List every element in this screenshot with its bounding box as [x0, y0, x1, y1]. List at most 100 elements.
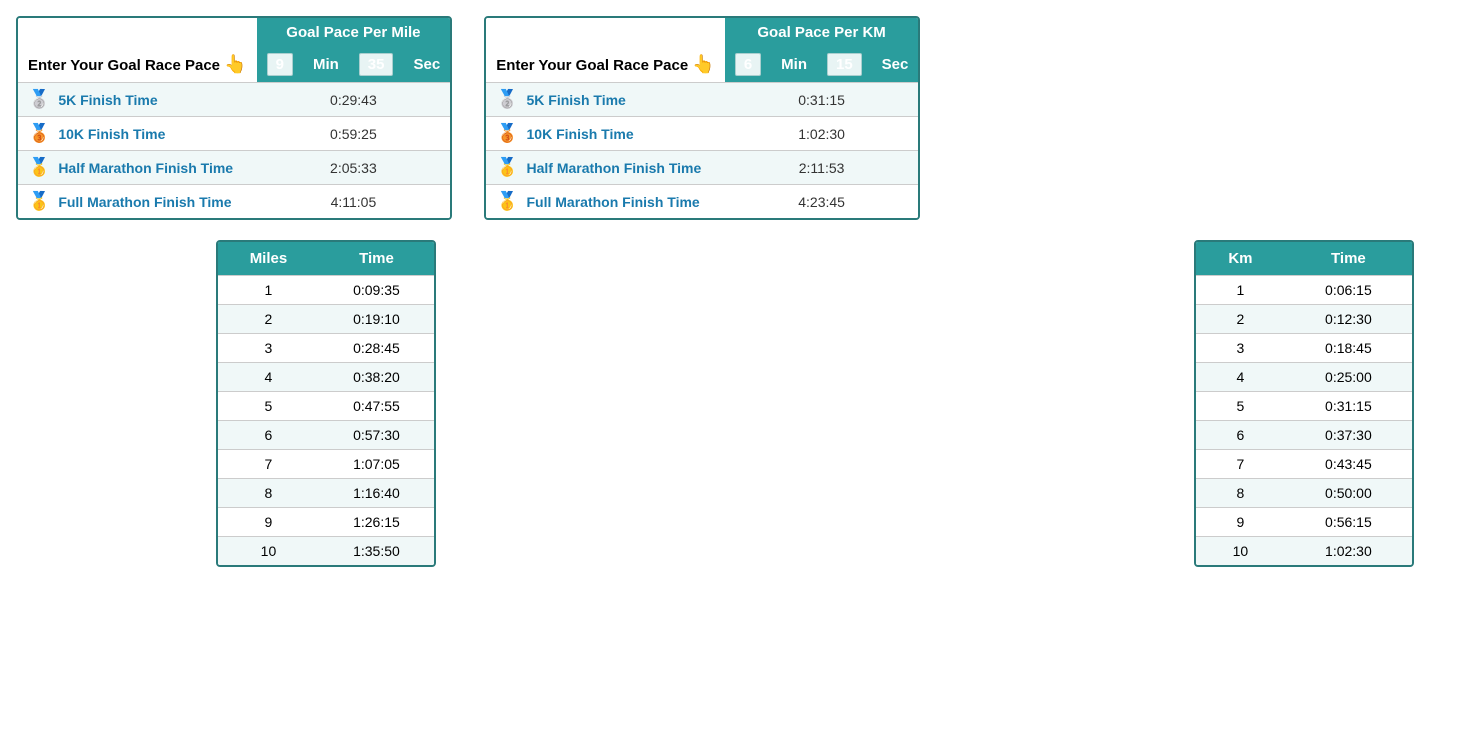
miles-time: 1:07:05: [319, 450, 434, 479]
table-row: 1 0:09:35: [218, 276, 434, 305]
miles-col-header: Miles: [218, 242, 319, 276]
table-row: 6 0:37:30: [1196, 421, 1412, 450]
mile-race-label: 🥇 Half Marathon Finish Time: [18, 151, 257, 185]
km-finish-time: 1:02:30: [725, 117, 919, 151]
mile-minutes-value[interactable]: 9: [257, 47, 303, 83]
table-row: 9 1:26:15: [218, 508, 434, 537]
km-time: 0:43:45: [1285, 450, 1412, 479]
table-row: 8 1:16:40: [218, 479, 434, 508]
km-finish-time: 4:23:45: [725, 185, 919, 219]
km-race-label: 🥇 Full Marathon Finish Time: [486, 185, 725, 219]
km-time: 0:37:30: [1285, 421, 1412, 450]
miles-time: 1:35:50: [319, 537, 434, 566]
km-time: 0:31:15: [1285, 392, 1412, 421]
km-dist: 5: [1196, 392, 1285, 421]
mile-finish-time: 0:29:43: [257, 83, 451, 117]
race-name: Half Marathon Finish Time: [527, 160, 702, 176]
km-time: 0:18:45: [1285, 334, 1412, 363]
mile-seconds-value[interactable]: 35: [349, 47, 404, 83]
km-dist: 10: [1196, 537, 1285, 566]
miles-dist: 2: [218, 305, 319, 334]
medal-icon: 🥈: [496, 89, 518, 109]
race-name: Half Marathon Finish Time: [58, 160, 233, 176]
km-time: 0:25:00: [1285, 363, 1412, 392]
table-row: 6 0:57:30: [218, 421, 434, 450]
miles-time-header: Time: [319, 242, 434, 276]
miles-time: 0:47:55: [319, 392, 434, 421]
miles-dist: 4: [218, 363, 319, 392]
km-time: 0:50:00: [1285, 479, 1412, 508]
km-dist: 6: [1196, 421, 1285, 450]
table-row: 🥈 5K Finish Time 0:31:15: [486, 83, 918, 117]
mile-goal-header-empty: [18, 18, 257, 47]
km-pace-title: Goal Pace Per KM: [725, 18, 919, 47]
miles-dist: 8: [218, 479, 319, 508]
miles-dist: 10: [218, 537, 319, 566]
table-row: 🥉 10K Finish Time 0:59:25: [18, 117, 450, 151]
medal-icon: 🥇: [496, 191, 518, 211]
top-section: Goal Pace Per Mile Enter Your Goal Race …: [16, 16, 1454, 220]
table-row: 7 1:07:05: [218, 450, 434, 479]
km-seconds-value[interactable]: 15: [817, 47, 872, 83]
table-row: 9 0:56:15: [1196, 508, 1412, 537]
mile-pace-title: Goal Pace Per Mile: [257, 18, 451, 47]
table-row: 2 0:12:30: [1196, 305, 1412, 334]
miles-dist: 3: [218, 334, 319, 363]
miles-splits-wrapper: Miles Time 1 0:09:35 2 0:19:10 3 0:28:45…: [216, 240, 436, 567]
medal-icon: 🥉: [496, 123, 518, 143]
table-row: 4 0:25:00: [1196, 363, 1412, 392]
km-pace-table: Goal Pace Per KM Enter Your Goal Race Pa…: [486, 18, 918, 218]
mile-race-label: 🥈 5K Finish Time: [18, 83, 257, 117]
table-row: 5 0:31:15: [1196, 392, 1412, 421]
km-race-label: 🥈 5K Finish Time: [486, 83, 725, 117]
km-race-label: 🥉 10K Finish Time: [486, 117, 725, 151]
table-row: 🥈 5K Finish Time 0:29:43: [18, 83, 450, 117]
km-col-header: Km: [1196, 242, 1285, 276]
medal-icon: 🥇: [496, 157, 518, 177]
race-name: 5K Finish Time: [58, 92, 157, 108]
km-time: 0:56:15: [1285, 508, 1412, 537]
km-min-label: Min: [771, 47, 817, 83]
table-row: 2 0:19:10: [218, 305, 434, 334]
km-dist: 2: [1196, 305, 1285, 334]
table-row: 🥇 Half Marathon Finish Time 2:05:33: [18, 151, 450, 185]
miles-dist: 9: [218, 508, 319, 537]
miles-dist: 1: [218, 276, 319, 305]
mile-min-label: Min: [303, 47, 349, 83]
medal-icon: 🥉: [28, 123, 50, 143]
mile-pace-table: Goal Pace Per Mile Enter Your Goal Race …: [18, 18, 450, 218]
miles-time: 0:38:20: [319, 363, 434, 392]
table-row: 4 0:38:20: [218, 363, 434, 392]
km-dist: 9: [1196, 508, 1285, 537]
miles-dist: 6: [218, 421, 319, 450]
km-time-header: Time: [1285, 242, 1412, 276]
table-row: 🥇 Full Marathon Finish Time 4:11:05: [18, 185, 450, 219]
km-sec-label: Sec: [872, 47, 919, 83]
miles-time: 0:28:45: [319, 334, 434, 363]
race-name: Full Marathon Finish Time: [58, 194, 231, 210]
km-dist: 4: [1196, 363, 1285, 392]
km-dist: 7: [1196, 450, 1285, 479]
mile-goal-label: Enter Your Goal Race Pace 👆: [18, 47, 257, 83]
table-row: 3 0:28:45: [218, 334, 434, 363]
table-row: 5 0:47:55: [218, 392, 434, 421]
km-race-label: 🥇 Half Marathon Finish Time: [486, 151, 725, 185]
mile-finish-time: 0:59:25: [257, 117, 451, 151]
miles-time: 0:09:35: [319, 276, 434, 305]
miles-time: 0:19:10: [319, 305, 434, 334]
mile-finish-time: 4:11:05: [257, 185, 451, 219]
km-minutes-value[interactable]: 6: [725, 47, 771, 83]
km-dist: 1: [1196, 276, 1285, 305]
table-row: 10 1:02:30: [1196, 537, 1412, 566]
mile-sec-label: Sec: [403, 47, 450, 83]
pointer-icon-km: 👆: [692, 54, 714, 74]
pointer-icon-mile: 👆: [224, 54, 246, 74]
table-row: 🥇 Full Marathon Finish Time 4:23:45: [486, 185, 918, 219]
bottom-section: Miles Time 1 0:09:35 2 0:19:10 3 0:28:45…: [16, 240, 1454, 567]
mile-pace-wrapper: Goal Pace Per Mile Enter Your Goal Race …: [16, 16, 452, 220]
km-finish-time: 2:11:53: [725, 151, 919, 185]
miles-time: 0:57:30: [319, 421, 434, 450]
km-splits-table: Km Time 1 0:06:15 2 0:12:30 3 0:18:45 4 …: [1196, 242, 1412, 565]
miles-dist: 5: [218, 392, 319, 421]
km-time: 1:02:30: [1285, 537, 1412, 566]
